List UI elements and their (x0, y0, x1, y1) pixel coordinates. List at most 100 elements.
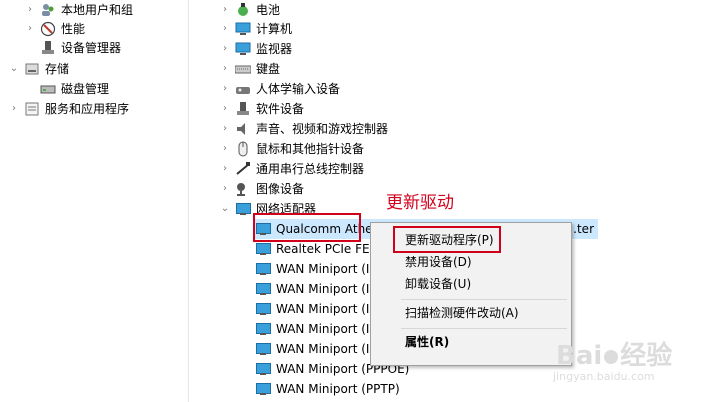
keyboard-icon (235, 61, 251, 77)
category-imaging[interactable]: › 图像设备 (219, 179, 304, 199)
highlight-box-update-driver (393, 226, 501, 253)
chevron-right-icon[interactable]: › (219, 159, 231, 179)
category-mouse[interactable]: › 鼠标和其他指针设备 (219, 139, 364, 159)
chevron-right-icon[interactable]: › (219, 179, 231, 199)
category-label: 图像设备 (256, 182, 305, 196)
chevron-right-icon[interactable]: › (24, 0, 36, 20)
menu-item-scan-hardware[interactable]: 扫描检测硬件改动(A) (372, 302, 570, 324)
category-label: 鼠标和其他指针设备 (256, 142, 365, 156)
network-adapter-icon (255, 241, 271, 257)
pane-divider[interactable] (188, 0, 189, 402)
adapter-label: WAN Miniport (I (276, 342, 370, 356)
software-device-icon (235, 101, 251, 117)
watermark-url: jingyan.baidu.com (553, 370, 655, 383)
adapter-label: WAN Miniport (I (276, 322, 370, 336)
chevron-right-icon[interactable]: › (219, 59, 231, 79)
tree-item-performance[interactable]: › 性能 (24, 19, 85, 39)
battery-icon (235, 2, 251, 18)
category-label: 监视器 (256, 42, 293, 56)
adapter-wan-3[interactable]: WAN Miniport (I (255, 299, 369, 319)
adapter-wan-4[interactable]: WAN Miniport (I (255, 319, 369, 339)
tree-item-label: 服务和应用程序 (45, 102, 130, 116)
network-adapter-icon (255, 341, 271, 357)
chevron-right-icon[interactable]: › (24, 19, 36, 39)
mouse-icon (235, 141, 251, 157)
monitor-icon (235, 41, 251, 57)
highlight-box-adapter (253, 213, 361, 242)
usb-icon (235, 161, 251, 177)
chevron-right-icon[interactable]: › (219, 39, 231, 59)
category-computer[interactable]: › 计算机 (219, 19, 292, 39)
adapter-wan-1[interactable]: WAN Miniport (I (255, 259, 369, 279)
network-adapter-icon (255, 321, 271, 337)
menu-separator (401, 328, 567, 329)
chevron-right-icon[interactable]: › (219, 99, 231, 119)
network-adapter-icon (255, 261, 271, 277)
sound-icon (235, 121, 251, 137)
adapter-realtek[interactable]: Realtek PCIe FE (255, 239, 370, 259)
menu-item-uninstall-device[interactable]: 卸载设备(U) (372, 273, 570, 295)
tree-item-services[interactable]: › 服务和应用程序 (8, 99, 129, 119)
category-label: 通用串行总线控制器 (256, 162, 365, 176)
tree-item-label: 本地用户和组 (61, 3, 134, 17)
adapter-label: Realtek PCIe FE (276, 242, 370, 256)
adapter-label: WAN Miniport (I (276, 282, 370, 296)
tree-item-label: 性能 (61, 22, 86, 36)
tree-item-storage[interactable]: ⌄ 存储 (8, 59, 69, 79)
adapter-label: WAN Miniport (I (276, 302, 370, 316)
network-adapter-icon (255, 381, 271, 397)
tree-item-local-users[interactable]: › 本地用户和组 (24, 0, 133, 20)
annotation-label: 更新驱动 (386, 193, 454, 213)
tree-item-disk-management[interactable]: 磁盘管理 (24, 79, 109, 99)
watermark-brand-text-2: 经验 (620, 341, 673, 371)
chevron-right-icon[interactable]: › (219, 79, 231, 99)
network-adapter-icon (255, 281, 271, 297)
chevron-right-icon[interactable]: › (219, 119, 231, 139)
category-label: 计算机 (256, 22, 293, 36)
services-icon (24, 101, 40, 117)
camera-icon (235, 181, 251, 197)
chevron-right-icon[interactable]: › (219, 19, 231, 39)
menu-separator (401, 299, 567, 300)
storage-icon (24, 61, 40, 77)
category-label: 声音、视频和游戏控制器 (256, 122, 389, 136)
tree-item-label: 存储 (45, 62, 70, 76)
computer-icon (235, 21, 251, 37)
menu-item-disable-device[interactable]: 禁用设备(D) (372, 251, 570, 273)
menu-item-properties[interactable]: 属性(R) (372, 331, 570, 353)
tree-item-label: 磁盘管理 (61, 82, 110, 96)
paw-icon (604, 349, 619, 364)
category-usb[interactable]: › 通用串行总线控制器 (219, 159, 364, 179)
category-hid[interactable]: › 人体学输入设备 (219, 79, 340, 99)
device-manager-icon (40, 40, 56, 56)
adapter-label: WAN Miniport (PPTP) (276, 382, 400, 396)
category-sound[interactable]: › 声音、视频和游戏控制器 (219, 119, 388, 139)
hid-icon (235, 81, 251, 97)
network-adapter-icon (255, 301, 271, 317)
category-keyboard[interactable]: › 键盘 (219, 59, 280, 79)
category-label: 人体学输入设备 (256, 82, 341, 96)
watermark-brand-text: Bai (556, 341, 603, 371)
category-monitor[interactable]: › 监视器 (219, 39, 292, 59)
adapter-label: WAN Miniport (I (276, 262, 370, 276)
adapter-wan-pptp[interactable]: WAN Miniport (PPTP) (255, 379, 400, 399)
network-adapter-icon (235, 201, 251, 217)
adapter-wan-5[interactable]: WAN Miniport (I (255, 339, 369, 359)
category-label: 电池 (256, 3, 281, 17)
chevron-down-icon[interactable]: ⌄ (219, 199, 231, 219)
category-label: 键盘 (256, 62, 281, 76)
chevron-right-icon[interactable]: › (219, 139, 231, 159)
adapter-wan-2[interactable]: WAN Miniport (I (255, 279, 369, 299)
users-icon (40, 2, 56, 18)
watermark-brand: Bai 经验 (556, 335, 672, 372)
performance-icon (40, 21, 56, 37)
network-adapter-icon (255, 361, 271, 377)
category-label: 软件设备 (256, 102, 305, 116)
category-battery[interactable]: › 电池 (219, 0, 280, 20)
chevron-down-icon[interactable]: ⌄ (8, 59, 20, 79)
tree-item-device-manager[interactable]: 设备管理器 (24, 38, 121, 58)
chevron-right-icon[interactable]: › (219, 0, 231, 20)
disk-icon (40, 81, 56, 97)
category-software-device[interactable]: › 软件设备 (219, 99, 304, 119)
chevron-right-icon[interactable]: › (8, 99, 20, 119)
